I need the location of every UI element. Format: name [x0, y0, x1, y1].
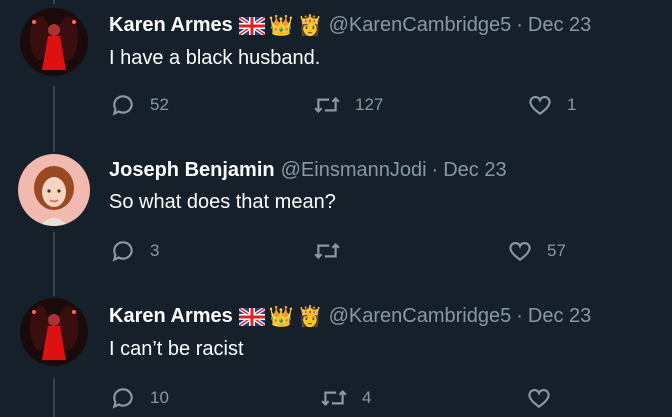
heart-icon: [528, 389, 550, 408]
uk-flag-icon: [238, 307, 265, 326]
display-name[interactable]: Joseph Benjamin: [109, 159, 275, 182]
tweet-text: I can’t be racist: [109, 338, 244, 360]
user-handle[interactable]: @KarenCambridge5: [329, 305, 512, 328]
like-count: 1: [567, 95, 577, 114]
reply-button[interactable]: 3: [110, 238, 159, 264]
like-button[interactable]: 57: [507, 238, 566, 264]
tweet[interactable]: Karen Armes 👑 👸 @KarenCambridge5 · Dec 2…: [0, 292, 672, 417]
heart-icon: [509, 242, 531, 261]
reply-count: 3: [150, 241, 160, 260]
tweet[interactable]: Karen Armes 👑 👸 @KarenCambridge5 · Dec 2…: [0, 0, 672, 148]
tweet-text: I have a black husband.: [109, 47, 321, 69]
heart-icon: [529, 96, 551, 115]
crown-icon: 👑: [268, 305, 294, 328]
reply-button[interactable]: 10: [110, 385, 169, 411]
reply-count: 10: [150, 388, 169, 407]
avatar[interactable]: [20, 298, 88, 366]
tweet-date[interactable]: Dec 23: [443, 159, 506, 182]
retweet-button[interactable]: 127: [313, 92, 383, 118]
like-button[interactable]: 1: [527, 92, 576, 118]
separator-dot: ·: [431, 159, 439, 181]
display-name[interactable]: Karen Armes: [109, 14, 233, 37]
princess-icon: 👸: [297, 305, 323, 328]
retweet-icon: [321, 390, 347, 406]
separator-dot: ·: [516, 305, 523, 327]
avatar[interactable]: [20, 8, 88, 76]
tweet-date[interactable]: Dec 23: [528, 305, 591, 328]
display-name[interactable]: Karen Armes: [109, 305, 233, 328]
reply-icon: [112, 388, 133, 409]
crown-icon: 👑: [268, 14, 294, 37]
retweet-count: 127: [355, 95, 384, 114]
like-button[interactable]: [526, 385, 566, 411]
like-count: 57: [547, 241, 566, 260]
tweet-date[interactable]: Dec 23: [528, 14, 591, 37]
retweet-button[interactable]: [313, 238, 355, 264]
user-handle[interactable]: @EinsmannJodi: [281, 159, 427, 182]
tweet[interactable]: Joseph Benjamin @EinsmannJodi · Dec 23 S…: [0, 148, 672, 292]
reply-button[interactable]: 52: [110, 92, 169, 118]
reply-icon: [112, 241, 133, 262]
tweet-text: So what does that mean?: [109, 191, 336, 213]
retweet-icon: [314, 243, 340, 259]
retweet-count: 4: [362, 388, 372, 407]
retweet-icon: [314, 97, 340, 113]
separator-dot: ·: [516, 14, 523, 36]
uk-flag-icon: [238, 16, 265, 35]
princess-icon: 👸: [297, 14, 323, 37]
retweet-button[interactable]: 4: [320, 385, 371, 411]
user-handle[interactable]: @KarenCambridge5: [329, 14, 512, 37]
reply-icon: [112, 95, 133, 116]
avatar[interactable]: [18, 154, 90, 226]
reply-count: 52: [150, 95, 169, 114]
